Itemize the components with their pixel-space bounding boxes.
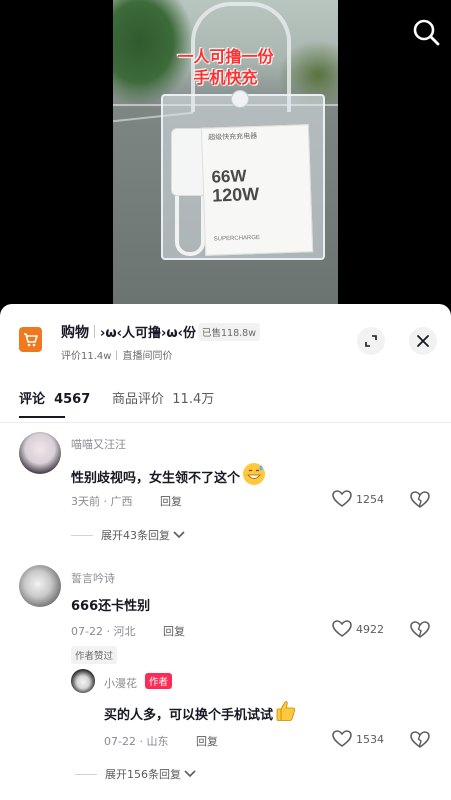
like-count: 1254 xyxy=(356,492,384,506)
rating-count: 评价11.4w xyxy=(61,351,112,362)
shop-subtitle: 评价11.4w 直播间同价 xyxy=(61,347,172,362)
heart-icon xyxy=(332,730,352,747)
expand-icon xyxy=(365,335,377,347)
divider-line xyxy=(71,534,93,536)
tab-comments-count: 4567 xyxy=(54,392,91,407)
tab-product-reviews[interactable]: 商品评价 11.4万 xyxy=(112,388,214,407)
reply-location: 山东 xyxy=(146,735,169,748)
product-name[interactable]: ›ω‹人可撸›ω‹份 xyxy=(100,322,196,341)
dislike-button[interactable] xyxy=(410,621,430,643)
tabs-divider xyxy=(0,422,451,423)
heart-icon xyxy=(332,620,352,637)
expand-replies-label: 展开156条回复 xyxy=(105,768,181,781)
author-liked-badge: 作者赞过 xyxy=(71,646,118,664)
cart-icon xyxy=(24,333,38,347)
comment-meta: 3天前 · 广西 xyxy=(71,495,133,508)
close-button[interactable] xyxy=(409,327,437,355)
reply-button[interactable]: 回复 xyxy=(163,623,185,639)
title-separator xyxy=(94,325,95,338)
charging-cable xyxy=(175,196,205,256)
video-player[interactable]: 超级快充充电器 66W 120W SUPERCHARGE 一人可撸一份 手机快充 xyxy=(113,0,338,304)
live-price-label: 直播间同价 xyxy=(122,351,173,362)
shop-cart-icon[interactable] xyxy=(19,327,42,352)
like-button[interactable]: 1254 xyxy=(332,490,384,508)
avatar[interactable] xyxy=(19,432,61,474)
charger-box: 超级快充充电器 66W 120W SUPERCHARGE xyxy=(200,124,314,256)
comment-time: 3天前 xyxy=(71,495,100,508)
chevron-down-icon xyxy=(173,531,185,539)
box-note: SUPERCHARGE xyxy=(213,234,261,243)
comment-username[interactable]: 誓言吟诗 xyxy=(71,570,115,586)
tab-bar: 评论 4567 商品评价 11.4万 xyxy=(0,388,451,424)
expand-button[interactable] xyxy=(357,327,385,355)
expand-replies-button[interactable]: 展开156条回复 xyxy=(75,766,197,782)
dislike-button[interactable] xyxy=(410,491,430,513)
chevron-down-icon xyxy=(184,770,196,778)
tab-reviews-count: 11.4万 xyxy=(172,392,215,407)
thumbs-up-emoji-icon xyxy=(276,701,296,721)
comment-text: 666还卡性别 xyxy=(71,599,151,614)
box-power-66w: 66W xyxy=(211,166,247,187)
like-count: 4922 xyxy=(356,622,384,636)
reply-text-content: 买的人多，可以换个手机试试 xyxy=(104,708,274,723)
comment-location: 河北 xyxy=(113,625,136,638)
divider-line xyxy=(75,773,97,775)
video-caption-line2: 手机快充 xyxy=(193,68,258,87)
screen: 超级快充充电器 66W 120W SUPERCHARGE 一人可撸一份 手机快充… xyxy=(0,0,451,800)
comment-text: 性别歧视吗，女生领不了这个 xyxy=(71,462,266,486)
tab-comments-label: 评论 xyxy=(19,392,46,407)
reply-username[interactable]: 小漫花 xyxy=(104,675,137,691)
divider xyxy=(116,351,118,360)
search-icon xyxy=(413,19,440,46)
box-brand: 超级快充充电器 xyxy=(208,132,258,142)
expand-replies-label: 展开43条回复 xyxy=(101,529,170,542)
comment-meta: 07-22 · 河北 xyxy=(71,625,136,638)
dislike-button[interactable] xyxy=(410,731,430,753)
avatar[interactable] xyxy=(19,565,61,607)
avatar[interactable] xyxy=(71,669,95,693)
expand-replies-button[interactable]: 展开43条回复 xyxy=(71,527,186,543)
tab-comments[interactable]: 评论 4567 xyxy=(19,388,90,407)
bag-snap-button xyxy=(231,90,249,108)
author-badge: 作者 xyxy=(145,673,173,689)
heart-icon xyxy=(332,490,352,507)
like-count: 1534 xyxy=(356,732,384,746)
like-button[interactable]: 4922 xyxy=(332,620,384,638)
reply-meta: 07-22 · 山东 xyxy=(104,735,169,748)
grinning-sweat-emoji-icon xyxy=(243,463,266,485)
tab-reviews-label: 商品评价 xyxy=(112,392,165,407)
tab-indicator xyxy=(19,416,65,418)
reply-button[interactable]: 回复 xyxy=(160,493,182,509)
sold-count-badge: 已售118.8w xyxy=(198,323,260,341)
broken-heart-icon xyxy=(410,621,430,638)
comments-sheet xyxy=(0,304,451,800)
broken-heart-icon xyxy=(410,731,430,748)
comment-location: 广西 xyxy=(110,495,133,508)
reply-time: 07-22 xyxy=(104,735,136,748)
comment-username[interactable]: 喵喵又汪汪 xyxy=(71,436,126,452)
broken-heart-icon xyxy=(410,491,430,508)
comment-text-content: 性别歧视吗，女生领不了这个 xyxy=(71,471,241,486)
comment-time: 07-22 xyxy=(71,625,103,638)
close-icon xyxy=(417,335,429,347)
like-button[interactable]: 1534 xyxy=(332,730,384,748)
shop-title[interactable]: 购物 xyxy=(61,322,89,342)
reply-text: 买的人多，可以换个手机试试 xyxy=(104,699,297,723)
search-button[interactable] xyxy=(410,16,442,48)
reply-button[interactable]: 回复 xyxy=(196,733,218,749)
box-power-120w: 120W xyxy=(211,183,260,206)
